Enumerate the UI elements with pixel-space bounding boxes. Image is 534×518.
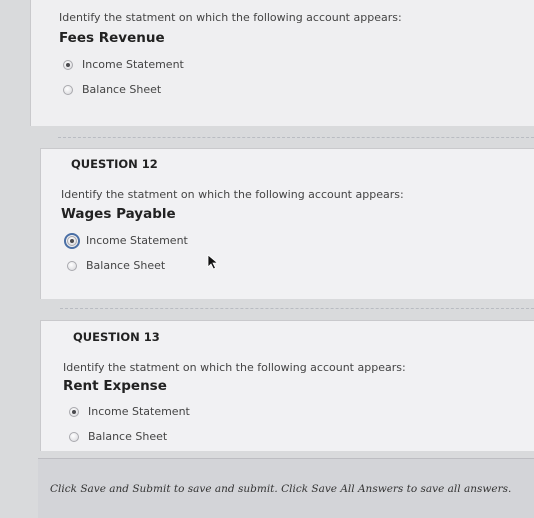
- submit-instructions-bar: Click Save and Submit to save and submit…: [38, 458, 534, 518]
- option-label: Balance Sheet: [82, 83, 162, 96]
- question-13-prompt: Identify the statment on which the follo…: [63, 361, 406, 374]
- question-13-term: Rent Expense: [63, 378, 167, 394]
- question-11-term: Fees Revenue: [59, 30, 165, 46]
- radio-selected-icon[interactable]: [63, 59, 73, 70]
- question-12-term: Wages Payable: [61, 206, 176, 222]
- question-11-option-income-statement[interactable]: Income Statement: [63, 58, 184, 71]
- question-12-panel: QUESTION 12 Identify the statment on whi…: [40, 148, 534, 299]
- question-11-prompt: Identify the statment on which the follo…: [59, 11, 402, 24]
- radio-unselected-icon[interactable]: [67, 260, 77, 271]
- option-label: Income Statement: [86, 234, 188, 247]
- option-label: Income Statement: [82, 58, 184, 71]
- submit-instructions-text: Click Save and Submit to save and submit…: [50, 483, 512, 495]
- section-divider: [60, 308, 534, 309]
- question-12-option-income-statement[interactable]: Income Statement: [64, 232, 188, 249]
- section-divider: [58, 137, 534, 138]
- question-13-option-balance-sheet[interactable]: Balance Sheet: [69, 430, 167, 443]
- question-11-panel: Identify the statment on which the follo…: [30, 0, 534, 126]
- question-11-option-balance-sheet[interactable]: Balance Sheet: [63, 83, 161, 96]
- option-label: Balance Sheet: [88, 430, 168, 443]
- question-13-panel: QUESTION 13 Identify the statment on whi…: [40, 320, 534, 451]
- option-label: Income Statement: [88, 405, 190, 418]
- mouse-cursor-icon: [207, 254, 219, 270]
- radio-unselected-icon[interactable]: [69, 431, 79, 442]
- question-12-prompt: Identify the statment on which the follo…: [61, 188, 404, 201]
- question-12-option-balance-sheet[interactable]: Balance Sheet: [67, 259, 165, 272]
- question-13-option-income-statement[interactable]: Income Statement: [69, 405, 190, 418]
- question-12-number: QUESTION 12: [71, 157, 158, 171]
- radio-selected-icon[interactable]: [69, 406, 79, 417]
- question-13-number: QUESTION 13: [73, 330, 160, 344]
- option-label: Balance Sheet: [86, 259, 166, 272]
- radio-unselected-icon[interactable]: [63, 84, 73, 95]
- radio-selected-icon[interactable]: [64, 232, 80, 249]
